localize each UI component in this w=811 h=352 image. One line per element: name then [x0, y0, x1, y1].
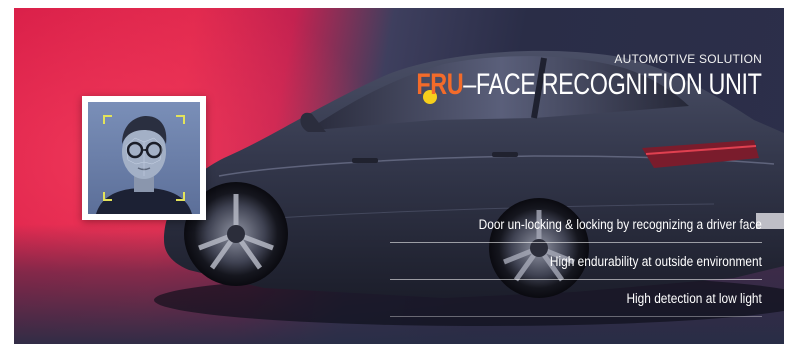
feature-text: High detection at low light: [626, 290, 762, 306]
feature-item: High detection at low light: [390, 280, 762, 317]
feature-text: High endurability at outside environment: [550, 253, 762, 269]
face-recognition-card: [82, 96, 206, 220]
feature-list: Door un-locking & locking by recognizing…: [390, 206, 762, 317]
hero-banner: AUTOMOTIVE SOLUTION FRU–FACE RECOGNITION…: [14, 8, 784, 344]
banner-title: FRU–FACE RECOGNITION UNIT: [416, 68, 763, 102]
title-accent: FRU: [416, 68, 464, 101]
face-scan-image: [88, 102, 200, 214]
feature-item: Door un-locking & locking by recognizing…: [390, 206, 762, 243]
title-rest: –FACE RECOGNITION UNIT: [463, 68, 763, 101]
feature-text: Door un-locking & locking by recognizing…: [478, 216, 762, 232]
eyebrow-label: AUTOMOTIVE SOLUTION: [614, 52, 762, 66]
feature-item: High endurability at outside environment: [390, 243, 762, 280]
